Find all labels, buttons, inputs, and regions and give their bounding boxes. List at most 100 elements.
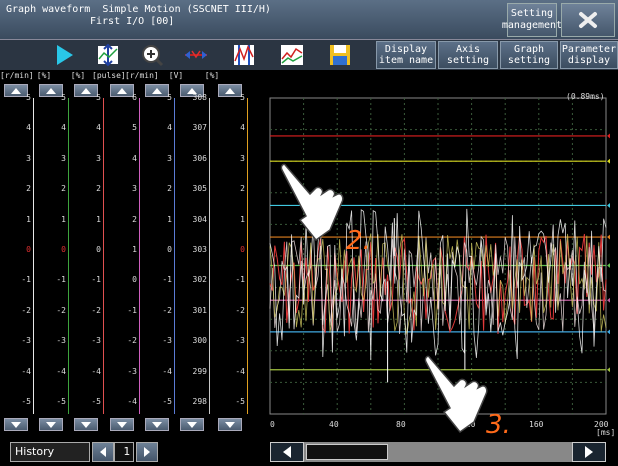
scale-tick-label: 304 bbox=[192, 214, 207, 224]
scale-tick-label: -4 bbox=[21, 366, 31, 376]
step-3-label: 3. bbox=[486, 410, 511, 440]
scale-tick-label: 301 bbox=[192, 305, 207, 315]
scale-tick-label: 6 bbox=[132, 93, 137, 102]
scale-tick-label: 300 bbox=[192, 336, 207, 346]
graph-setting-button[interactable]: Graph setting bbox=[500, 41, 558, 69]
guide-marker bbox=[607, 234, 610, 240]
triangle-down-icon bbox=[81, 421, 91, 428]
scale-tick-label: 3 bbox=[132, 184, 137, 194]
guide-marker bbox=[607, 133, 610, 139]
scale-tick-label: -2 bbox=[127, 336, 137, 346]
scale-tick-label: 0 bbox=[26, 245, 31, 254]
scale-tick-label: -2 bbox=[162, 305, 172, 315]
waveform-display-button[interactable] bbox=[272, 41, 312, 69]
scale-tick-label: -1 bbox=[91, 275, 101, 285]
triangle-down-icon bbox=[11, 421, 21, 428]
scale-tick-label: 308 bbox=[192, 93, 207, 102]
scale-column: 6 5 4 3 2 1 0 -1 -2 -3 -4 bbox=[110, 0, 143, 466]
triangle-down-icon bbox=[46, 421, 56, 428]
scale-column: 5 4 3 2 1 0 -1 -2 -3 -4 -5 bbox=[39, 0, 72, 466]
save-button[interactable] bbox=[320, 41, 360, 69]
scale-down-button[interactable] bbox=[4, 418, 28, 431]
scale-down-button[interactable] bbox=[145, 418, 169, 431]
scale-tick-label: 1 bbox=[96, 214, 101, 224]
scale-down-button[interactable] bbox=[74, 418, 98, 431]
history-value[interactable]: 1 bbox=[114, 442, 134, 462]
scale-tick-label: 1 bbox=[240, 214, 245, 224]
scale-tick-label: 5 bbox=[96, 93, 101, 102]
scale-tick-label: -2 bbox=[56, 305, 66, 315]
scale-tick-label: 3 bbox=[26, 153, 31, 163]
scale-tick-label: 2 bbox=[240, 184, 245, 194]
setting-management-button[interactable]: Setting management bbox=[502, 3, 562, 37]
scale-axis-line bbox=[209, 98, 210, 414]
scale-tick-label: -1 bbox=[162, 275, 172, 285]
scale-axis-line bbox=[139, 98, 140, 414]
scale-tick-label: -3 bbox=[127, 366, 137, 376]
scale-tick-label: 2 bbox=[167, 184, 172, 194]
scale-tick-label: 1 bbox=[167, 214, 172, 224]
pointing-hand-icon bbox=[424, 355, 488, 434]
parameter-display-button[interactable]: Parameter display bbox=[560, 41, 618, 69]
scale-down-button[interactable] bbox=[180, 418, 204, 431]
scale-tick-label: 3 bbox=[61, 153, 66, 163]
scale-axis-line bbox=[33, 98, 34, 414]
scale-tick-label: -3 bbox=[162, 336, 172, 346]
scale-tick-label: 0 bbox=[96, 245, 101, 254]
scroll-right-button[interactable] bbox=[572, 442, 606, 462]
scale-tick-label: -3 bbox=[21, 336, 31, 346]
scale-axis-line bbox=[174, 98, 175, 414]
triangle-left-icon bbox=[100, 447, 106, 457]
scale-tick-label: 4 bbox=[132, 153, 137, 163]
scale-tick-label: 1 bbox=[26, 214, 31, 224]
scale-down-button[interactable] bbox=[110, 418, 134, 431]
guide-marker bbox=[607, 158, 610, 164]
scale-tick-label: -1 bbox=[21, 275, 31, 285]
scale-tick-label: -4 bbox=[127, 397, 137, 406]
scale-axis-line bbox=[247, 98, 248, 414]
scale-tick-label: -4 bbox=[235, 366, 245, 376]
x-tick-label: 80 bbox=[396, 420, 406, 429]
display-item-name-button[interactable]: Display item name bbox=[376, 41, 436, 69]
scale-column: 308 307 306 305 304 303 302 301 300 299 298 bbox=[180, 0, 213, 466]
time-readout: (0.89ms) bbox=[566, 92, 605, 101]
scale-tick-label: 3 bbox=[96, 153, 101, 163]
scale-down-button[interactable] bbox=[39, 418, 63, 431]
history-next-button[interactable] bbox=[136, 442, 158, 462]
scale-down-button[interactable] bbox=[218, 418, 242, 431]
triangle-left-icon bbox=[283, 446, 291, 458]
scroll-left-button[interactable] bbox=[270, 442, 304, 462]
guide-marker bbox=[607, 203, 610, 208]
scale-tick-label: 4 bbox=[167, 123, 172, 133]
scale-tick-label: -1 bbox=[235, 275, 245, 285]
triangle-down-icon bbox=[117, 421, 127, 428]
scale-tick-label: 4 bbox=[96, 123, 101, 133]
scroll-thumb[interactable] bbox=[306, 444, 388, 460]
close-icon bbox=[579, 12, 597, 28]
triangle-down-icon bbox=[187, 421, 197, 428]
scale-tick-label: 2 bbox=[26, 184, 31, 194]
scale-tick-label: -5 bbox=[235, 397, 245, 406]
scale-tick-label: -5 bbox=[91, 397, 101, 406]
scale-tick-label: 3 bbox=[167, 153, 172, 163]
history-prev-button[interactable] bbox=[92, 442, 114, 462]
scale-tick-label: 5 bbox=[61, 93, 66, 102]
scale-tick-label: -3 bbox=[56, 336, 66, 346]
x-axis-unit: [ms] bbox=[596, 428, 616, 437]
axis-setting-button[interactable]: Axis setting bbox=[438, 41, 498, 69]
scale-tick-label: 4 bbox=[240, 123, 245, 133]
guide-marker bbox=[607, 329, 610, 335]
scale-tick-label: 0 bbox=[132, 275, 137, 285]
scale-tick-label: 5 bbox=[240, 93, 245, 102]
scale-column: 5 4 3 2 1 0 -1 -2 -3 -4 -5 bbox=[218, 0, 251, 466]
scale-tick-label: 2 bbox=[96, 184, 101, 194]
scale-tick-label: 1 bbox=[61, 214, 66, 224]
scale-tick-label: -1 bbox=[56, 275, 66, 285]
scale-tick-label: 299 bbox=[192, 366, 207, 376]
x-tick-label: 40 bbox=[329, 420, 339, 429]
scale-tick-label: 0 bbox=[61, 245, 66, 254]
close-button[interactable] bbox=[561, 3, 615, 37]
scale-tick-label: -2 bbox=[21, 305, 31, 315]
scale-tick-label: -5 bbox=[21, 397, 31, 406]
x-tick-label: 160 bbox=[529, 420, 544, 429]
